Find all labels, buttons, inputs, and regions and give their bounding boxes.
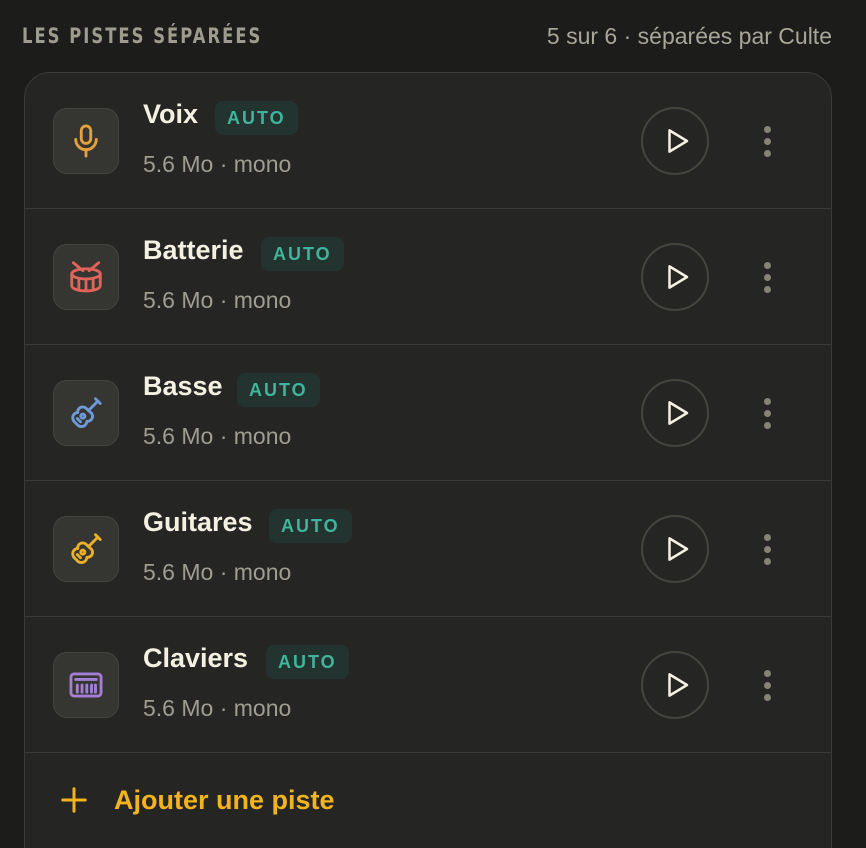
- more-options-button[interactable]: [749, 255, 785, 299]
- track-icon-tile: [53, 380, 119, 446]
- auto-badge: AUTO: [266, 645, 349, 679]
- auto-badge: AUTO: [261, 237, 344, 271]
- track-row-batterie[interactable]: Batterie AUTO 5.6 Mo · mono: [25, 209, 831, 345]
- section-header: LES PISTES SÉPARÉES 5 sur 6 · séparées p…: [22, 18, 832, 54]
- auto-badge: AUTO: [269, 509, 352, 543]
- drum-icon: [70, 261, 102, 293]
- track-icon-tile: [53, 244, 119, 310]
- play-button[interactable]: [641, 379, 709, 447]
- play-icon: [668, 537, 689, 561]
- auto-badge: AUTO: [215, 101, 298, 135]
- bass-guitar-icon: [71, 397, 102, 428]
- kebab-icon: [763, 669, 771, 677]
- more-options-button[interactable]: [749, 391, 785, 435]
- track-name: Claviers: [143, 643, 249, 673]
- section-title: LES PISTES SÉPARÉES: [22, 24, 263, 48]
- section-meta: 5 sur 6 · séparées par Culte: [546, 22, 832, 49]
- tracks-screen: LES PISTES SÉPARÉES 5 sur 6 · séparées p…: [0, 0, 866, 848]
- kebab-icon: [763, 261, 771, 269]
- more-options-button[interactable]: [749, 527, 785, 571]
- track-icon-tile: [53, 108, 119, 174]
- track-row-voix[interactable]: Voix AUTO 5.6 Mo · mono: [25, 73, 831, 209]
- microphone-icon: [74, 124, 98, 158]
- add-track-button[interactable]: Ajouter une piste: [25, 753, 831, 848]
- play-icon: [668, 673, 689, 697]
- track-name: Voix: [143, 99, 199, 129]
- play-icon: [668, 129, 689, 153]
- track-meta: 5.6 Mo · mono: [143, 287, 292, 313]
- auto-badge: AUTO: [237, 373, 320, 407]
- kebab-icon: [763, 397, 771, 405]
- kebab-icon: [763, 125, 771, 133]
- track-row-basse[interactable]: Basse AUTO 5.6 Mo · mono: [25, 345, 831, 481]
- guitar-icon: [71, 533, 102, 564]
- tracks-panel: Voix AUTO 5.6 Mo · mono Batterie AUTO 5.…: [24, 72, 832, 848]
- track-meta: 5.6 Mo · mono: [143, 423, 292, 449]
- more-options-button[interactable]: [749, 119, 785, 163]
- track-meta: 5.6 Mo · mono: [143, 151, 292, 177]
- plus-icon: [61, 787, 87, 813]
- add-track-label: Ajouter une piste: [114, 785, 335, 815]
- play-icon: [668, 401, 689, 425]
- play-button[interactable]: [641, 515, 709, 583]
- track-meta: 5.6 Mo · mono: [143, 695, 292, 721]
- play-button[interactable]: [641, 107, 709, 175]
- track-meta: 5.6 Mo · mono: [143, 559, 292, 585]
- track-name: Batterie: [143, 235, 244, 265]
- kebab-icon: [763, 533, 771, 541]
- track-row-guitares[interactable]: Guitares AUTO 5.6 Mo · mono: [25, 481, 831, 617]
- play-button[interactable]: [641, 651, 709, 719]
- track-icon-tile: [53, 516, 119, 582]
- more-options-button[interactable]: [749, 663, 785, 707]
- track-name: Guitares: [143, 507, 253, 537]
- keyboard-icon: [69, 672, 103, 698]
- track-row-claviers[interactable]: Claviers AUTO 5.6 Mo · mono: [25, 617, 831, 753]
- play-button[interactable]: [641, 243, 709, 311]
- play-icon: [668, 265, 689, 289]
- track-name: Basse: [143, 371, 223, 401]
- track-icon-tile: [53, 652, 119, 718]
